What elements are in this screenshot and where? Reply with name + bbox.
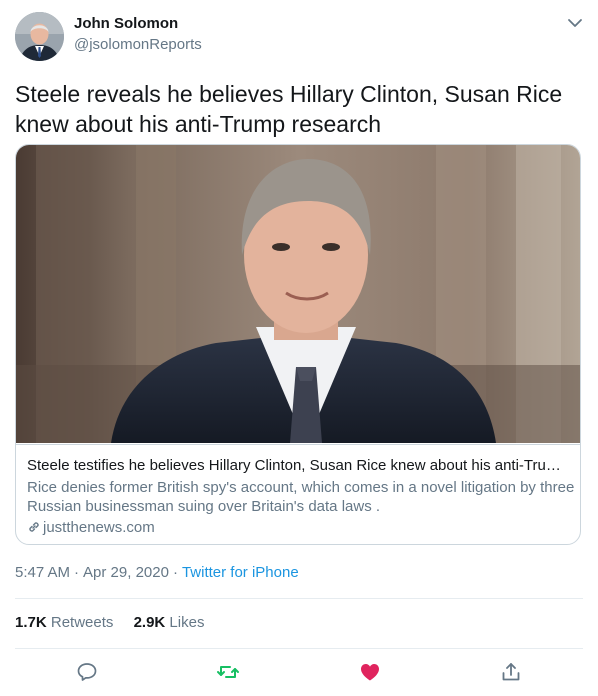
retweets-label: Retweets bbox=[50, 614, 114, 631]
card-domain-text[interactable]: justthenews.com bbox=[43, 519, 155, 536]
tweet-source[interactable]: Twitter for iPhone bbox=[182, 564, 299, 581]
link-icon bbox=[29, 522, 39, 532]
reply-icon[interactable] bbox=[75, 660, 99, 684]
avatar-photo bbox=[15, 12, 64, 61]
card-body[interactable]: Steele testifies he believes Hillary Cli… bbox=[16, 444, 580, 544]
tweet-header: John Solomon @jsolomonReports bbox=[0, 0, 598, 70]
tweet-meta: 5:47 AM · Apr 29, 2020 · Twitter for iPhone bbox=[15, 564, 299, 581]
tweet-date[interactable]: Apr 29, 2020 bbox=[83, 564, 169, 581]
tweet-stats: 1.7K Retweets 2.9K Likes bbox=[15, 614, 220, 631]
divider bbox=[15, 648, 583, 649]
divider bbox=[15, 598, 583, 599]
card-title[interactable]: Steele testifies he believes Hillary Cli… bbox=[27, 457, 572, 474]
tweet-text: Steele reveals he believes Hillary Clint… bbox=[15, 81, 563, 137]
retweet-icon[interactable] bbox=[216, 660, 240, 684]
likes-stat[interactable]: 2.9K Likes bbox=[134, 614, 205, 631]
avatar[interactable] bbox=[15, 12, 64, 61]
author-handle[interactable]: @jsolomonReports bbox=[74, 36, 202, 53]
heart-icon[interactable] bbox=[358, 660, 382, 684]
meta-separator: · bbox=[172, 564, 178, 581]
tweet-time[interactable]: 5:47 AM bbox=[15, 564, 70, 581]
likes-count: 2.9K bbox=[133, 614, 166, 631]
likes-label: Likes bbox=[169, 614, 205, 631]
retweets-stat[interactable]: 1.7K Retweets bbox=[15, 614, 113, 631]
meta-separator: · bbox=[74, 564, 80, 581]
chevron-down-icon[interactable] bbox=[566, 14, 584, 32]
link-card[interactable]: Steele testifies he believes Hillary Cli… bbox=[15, 144, 581, 545]
author-name[interactable]: John Solomon bbox=[74, 15, 178, 32]
card-image[interactable] bbox=[16, 145, 580, 443]
retweets-count: 1.7K bbox=[15, 614, 47, 631]
card-domain[interactable]: justthenews.com bbox=[27, 519, 155, 536]
card-description: Rice denies former British spy's account… bbox=[27, 479, 575, 515]
share-icon[interactable] bbox=[499, 660, 523, 684]
card-photo bbox=[16, 145, 580, 443]
action-bar bbox=[0, 654, 598, 690]
